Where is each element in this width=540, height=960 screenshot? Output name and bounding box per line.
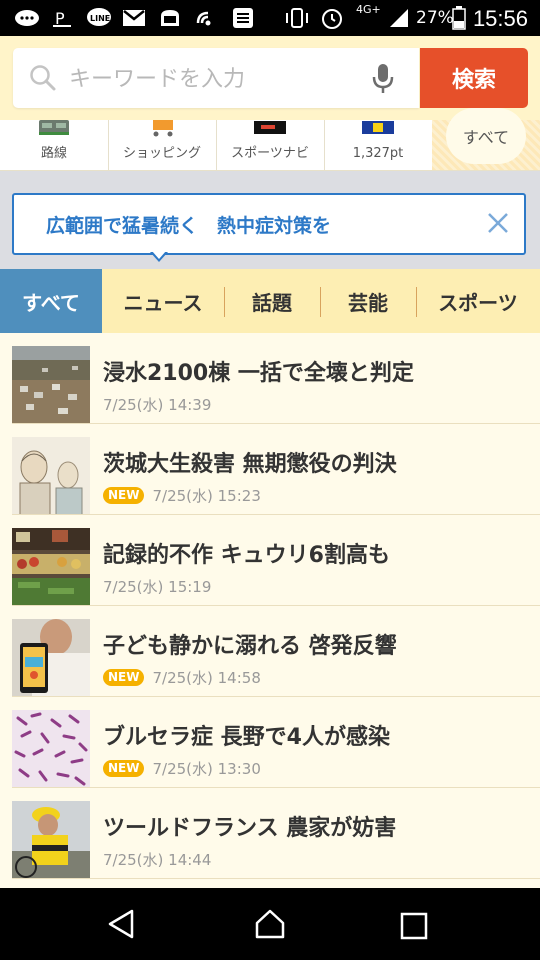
- home-icon[interactable]: [254, 908, 286, 944]
- signal-icon: [388, 7, 410, 29]
- bacteria-image: [12, 710, 90, 788]
- search-button[interactable]: 検索: [420, 48, 528, 108]
- news-date: 7/25(水) 13:30: [152, 760, 261, 778]
- quick-link-all[interactable]: すべて: [432, 108, 540, 170]
- microphone-icon[interactable]: [371, 63, 395, 99]
- search-box: [13, 48, 419, 108]
- search-icon: [29, 64, 57, 96]
- close-icon[interactable]: [486, 211, 510, 239]
- parking-icon: P: [52, 7, 72, 29]
- search-header: 検索: [0, 36, 540, 120]
- back-icon[interactable]: [106, 908, 136, 944]
- news-item[interactable]: 子ども静かに溺れる 啓発反響 NEW 7/25(水) 14:58: [0, 606, 540, 697]
- news-date: 7/25(水) 15:23: [152, 487, 261, 505]
- svg-text:LINE: LINE: [90, 14, 110, 23]
- tab-all[interactable]: すべて: [0, 269, 102, 333]
- alert-text: 広範囲で猛暑続く 熱中症対策を: [46, 215, 332, 237]
- news-headline: 子ども静かに溺れる 啓発反響: [103, 634, 397, 659]
- line-icon: LINE: [86, 7, 112, 29]
- news-meta: NEW 7/25(水) 14:58: [103, 667, 261, 688]
- news-item[interactable]: 茨城大生殺害 無期懲役の判決 NEW 7/25(水) 15:23: [0, 424, 540, 515]
- tpoint-icon: [361, 120, 395, 139]
- news-headline: 浸水2100棟 一括で全壊と判定: [103, 361, 414, 386]
- battery-percent: 27%: [416, 8, 454, 28]
- news-item[interactable]: ツールドフランス 農家が妨害 7/25(水) 14:44: [0, 788, 540, 879]
- divider: [12, 878, 540, 879]
- news-date: 7/25(水) 14:39: [103, 396, 212, 414]
- news-date: 7/25(水) 14:58: [152, 669, 261, 687]
- news-list: 浸水2100棟 一括で全壊と判定 7/25(水) 14:39 茨城大生殺害 無期…: [0, 333, 540, 888]
- phone-photo: [12, 619, 90, 697]
- news-date: 7/25(水) 15:19: [103, 578, 212, 596]
- divider: [0, 171, 540, 185]
- cyclist-photo: [12, 801, 90, 879]
- battery-icon: [452, 6, 466, 30]
- news-headline: ブルセラ症 長野で4人が感染: [103, 725, 390, 750]
- gmail-icon: [122, 7, 146, 29]
- tab-entertainment[interactable]: 芸能: [320, 269, 416, 333]
- tab-sports[interactable]: スポーツ: [416, 269, 540, 333]
- chat-bubbles-icon: [14, 7, 40, 29]
- court-sketch-image: [12, 437, 90, 515]
- news-headline: ツールドフランス 農家が妨害: [103, 816, 397, 841]
- news-meta: NEW 7/25(水) 15:23: [103, 485, 261, 506]
- clock: 15:56: [472, 6, 528, 31]
- search-input[interactable]: [67, 58, 361, 100]
- sportsnavi-icon: [253, 120, 287, 139]
- alert-pointer-fill: [152, 251, 166, 259]
- quick-link-all-label: すべて: [446, 108, 526, 164]
- news-date: 7/25(水) 14:44: [103, 851, 212, 869]
- quick-link-sportsnavi[interactable]: スポーツナビ: [216, 120, 325, 170]
- new-badge: NEW: [103, 487, 145, 504]
- quick-link-train[interactable]: 路線: [0, 120, 109, 170]
- alarm-icon: [320, 7, 344, 29]
- quick-link-shopping[interactable]: ショッピング: [108, 120, 217, 170]
- toast-icon: [158, 7, 182, 29]
- news-meta: 7/25(水) 15:19: [103, 576, 211, 597]
- network-type: 4G+: [356, 3, 381, 16]
- tab-news[interactable]: ニュース: [102, 269, 224, 333]
- alert-banner[interactable]: 広範囲で猛暑続く 熱中症対策を: [12, 193, 526, 255]
- alert-area: 広範囲で猛暑続く 熱中症対策を: [0, 185, 540, 269]
- tab-topics[interactable]: 話題: [224, 269, 320, 333]
- news-meta: NEW 7/25(水) 13:30: [103, 758, 261, 779]
- news-meta: 7/25(水) 14:39: [103, 394, 211, 415]
- train-icon: [37, 120, 71, 142]
- news-headline: 記録的不作 キュウリ6割高も: [103, 543, 390, 568]
- news-item[interactable]: 記録的不作 キュウリ6割高も 7/25(水) 15:19: [0, 515, 540, 606]
- news-meta: 7/25(水) 14:44: [103, 849, 211, 870]
- cart-icon: [145, 120, 179, 142]
- flood-photo: [12, 346, 90, 424]
- quick-link-label: スポーツナビ: [231, 146, 309, 161]
- status-bar: P LINE 4G+ 27% 15:56: [0, 0, 540, 36]
- category-tabs: すべて ニュース 話題 芸能 スポーツ: [0, 269, 540, 333]
- news-headline: 茨城大生殺害 無期懲役の判決: [103, 452, 397, 477]
- quick-link-tpoint[interactable]: 1,327pt: [324, 120, 433, 170]
- news-item[interactable]: 浸水2100棟 一括で全壊と判定 7/25(水) 14:39: [0, 333, 540, 424]
- quick-link-label: 1,327pt: [352, 146, 404, 161]
- recent-apps-icon[interactable]: [400, 912, 428, 944]
- quick-link-label: 路線: [40, 146, 67, 161]
- vibrate-icon: [284, 7, 310, 29]
- new-badge: NEW: [103, 760, 145, 777]
- list-app-icon: [232, 7, 254, 29]
- market-photo: [12, 528, 90, 606]
- quick-link-label: ショッピング: [122, 146, 201, 161]
- new-badge: NEW: [103, 669, 145, 686]
- wifi-call-icon: [194, 7, 218, 29]
- news-item[interactable]: ブルセラ症 長野で4人が感染 NEW 7/25(水) 13:30: [0, 697, 540, 788]
- navigation-bar: [0, 888, 540, 960]
